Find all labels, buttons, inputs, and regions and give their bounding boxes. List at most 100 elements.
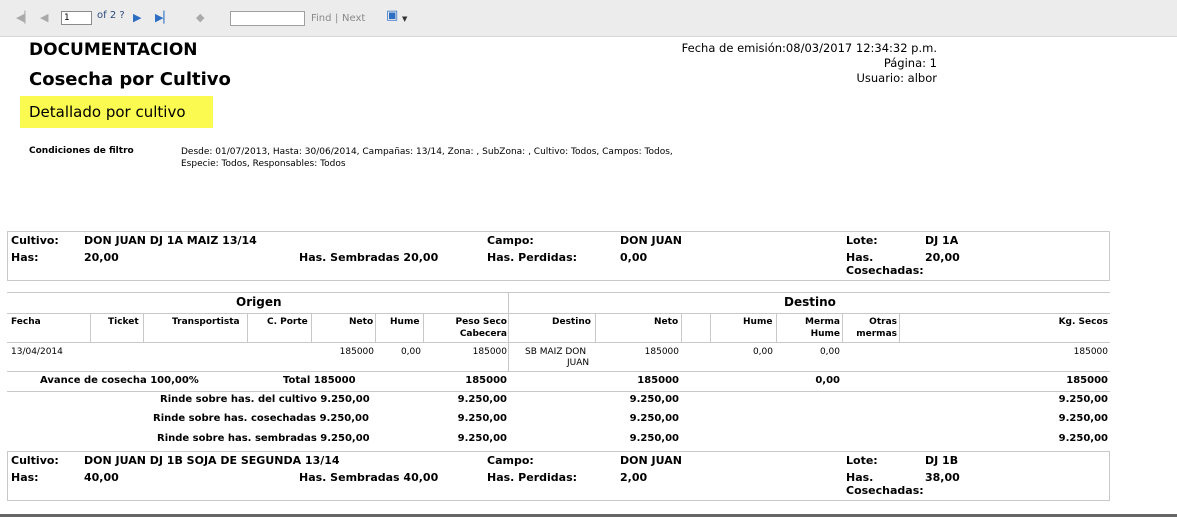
previous-page-icon[interactable]: ◀: [40, 11, 48, 25]
campo-value: DON JUAN: [620, 454, 682, 467]
row-kg-secos: 185000: [1073, 347, 1108, 357]
campo-label: Campo:: [487, 454, 534, 467]
lote-value: DJ 1B: [925, 454, 959, 467]
col-cporte: C. Porte: [267, 317, 308, 327]
save-export-icon[interactable]: ▣: [386, 9, 398, 23]
find-link[interactable]: Find: [311, 13, 332, 24]
rinde-sembradas-peso: 9.250,00: [457, 433, 507, 444]
col-divider: [710, 313, 711, 343]
row-bottom-border: [7, 371, 1110, 372]
has-cosechadas-label: Has.: [846, 471, 874, 484]
find-next-link[interactable]: Next: [342, 13, 365, 24]
rinde-cosechadas: Rinde sobre has. cosechadas 9.250,00: [153, 413, 369, 424]
has-perdidas-label: Has. Perdidas:: [487, 251, 578, 264]
col-peso-seco-2: Cabecera: [459, 329, 507, 339]
lote-label: Lote:: [846, 454, 878, 467]
row-destino-2: JUAN: [567, 358, 590, 368]
page-count-label: of 2 ?: [97, 10, 125, 21]
report-page: DOCUMENTACION Cosecha por Cultivo Detall…: [0, 37, 1177, 517]
rinde-cultivo-kg: 9.250,00: [1058, 394, 1108, 405]
user-label: Usuario: albor: [856, 71, 937, 85]
col-peso-seco: Peso Seco: [455, 317, 507, 327]
has-sembradas: Has. Sembradas 20,00: [299, 251, 439, 264]
has-label: Has:: [11, 251, 39, 264]
rinde-cosechadas-neto: 9.250,00: [629, 413, 679, 424]
table-top-border: [7, 292, 1110, 293]
page-label: Página: 1: [883, 56, 937, 70]
rinde-sembradas: Rinde sobre has. sembradas 9.250,00: [157, 433, 370, 444]
col-divider: [842, 313, 843, 343]
col-divider: [311, 313, 312, 343]
row-neto: 185000: [339, 347, 374, 357]
has-value: 20,00: [84, 251, 119, 264]
last-page-icon[interactable]: ▶▏: [155, 11, 172, 25]
origen-destino-divider: [508, 292, 509, 372]
col-divider: [375, 313, 376, 343]
col-destino: Destino: [552, 317, 591, 327]
find-separator: |: [335, 13, 339, 24]
col-divider: [247, 313, 248, 343]
back-icon[interactable]: ◆: [196, 11, 204, 25]
col-neto: Neto: [349, 317, 374, 327]
campo-label: Campo:: [487, 234, 534, 247]
lote-label: Lote:: [846, 234, 878, 247]
has-cosechadas-value: 20,00: [925, 251, 960, 264]
find-input[interactable]: [230, 11, 305, 26]
page-number-input[interactable]: [61, 11, 92, 25]
row-merma: 0,00: [819, 347, 840, 357]
total-merma: 0,00: [815, 375, 840, 386]
col-divider: [595, 313, 596, 343]
row-neto-destino: 185000: [644, 347, 679, 357]
col-divider: [776, 313, 777, 343]
rinde-cultivo-peso: 9.250,00: [457, 394, 507, 405]
cultivo-label: Cultivo:: [11, 234, 59, 247]
total-label: Total 185000: [283, 375, 356, 386]
filter-label: Condiciones de filtro: [29, 146, 134, 156]
col-hume: Hume: [390, 317, 420, 327]
col-kg-secos: Kg. Secos: [1058, 317, 1108, 327]
col-divider: [143, 313, 144, 343]
has-label: Has:: [11, 471, 39, 484]
report-detail-label: Detallado por cultivo: [29, 103, 186, 121]
col-fecha: Fecha: [11, 317, 41, 327]
col-merma: Merma: [805, 317, 840, 327]
rinde-sembradas-kg: 9.250,00: [1058, 433, 1108, 444]
lote-value: DJ 1A: [925, 234, 959, 247]
has-cosechadas-label: Has.: [846, 251, 874, 264]
cultivo-value: DON JUAN DJ 1A MAIZ 13/14: [84, 234, 257, 247]
emission-date: Fecha de emisión:08/03/2017 12:34:32 p.m…: [681, 41, 937, 55]
has-value: 40,00: [84, 471, 119, 484]
header-bottom-border: [7, 342, 1110, 343]
col-divider: [681, 313, 682, 343]
has-cosechadas-label-2: Cosechadas:: [846, 484, 924, 497]
col-divider: [90, 313, 91, 343]
destino-header: Destino: [784, 295, 836, 309]
cultivo-label: Cultivo:: [11, 454, 59, 467]
rinde-cosechadas-peso: 9.250,00: [457, 413, 507, 424]
origen-header: Origen: [236, 295, 282, 309]
rinde-cultivo: Rinde sobre has. del cultivo 9.250,00: [160, 394, 370, 405]
has-perdidas-value: 2,00: [620, 471, 648, 484]
report-subtitle: Cosecha por Cultivo: [29, 69, 231, 90]
total-neto-destino: 185000: [637, 375, 679, 386]
first-page-icon[interactable]: ◀▏: [16, 11, 33, 25]
col-divider: [899, 313, 900, 343]
has-cosechadas-label-2: Cosechadas:: [846, 264, 924, 277]
has-cosechadas-value: 38,00: [925, 471, 960, 484]
row-hume: 0,00: [400, 347, 421, 357]
total-peso-seco: 185000: [465, 375, 507, 386]
cultivo-value: DON JUAN DJ 1B SOJA DE SEGUNDA 13/14: [84, 454, 340, 467]
col-ticket: Ticket: [108, 317, 139, 327]
row-hume-destino: 0,00: [752, 347, 773, 357]
report-viewer-toolbar: ◀▏ ◀ of 2 ? ▶ ▶▏ ◆ Find | Next ▣ ▼: [0, 0, 1177, 37]
filter-text: Desde: 01/07/2013, Hasta: 30/06/2014, Ca…: [181, 147, 673, 169]
rinde-sembradas-neto: 9.250,00: [629, 433, 679, 444]
campo-value: DON JUAN: [620, 234, 682, 247]
row-peso-seco: 185000: [472, 347, 507, 357]
col-transportista: Transportista: [172, 317, 240, 327]
dropdown-arrow-icon[interactable]: ▼: [402, 12, 407, 26]
row-fecha: 13/04/2014: [11, 347, 63, 357]
next-page-icon[interactable]: ▶: [133, 11, 141, 25]
col-otras: Otras: [869, 317, 897, 327]
col-merma-2: Hume: [810, 329, 840, 339]
